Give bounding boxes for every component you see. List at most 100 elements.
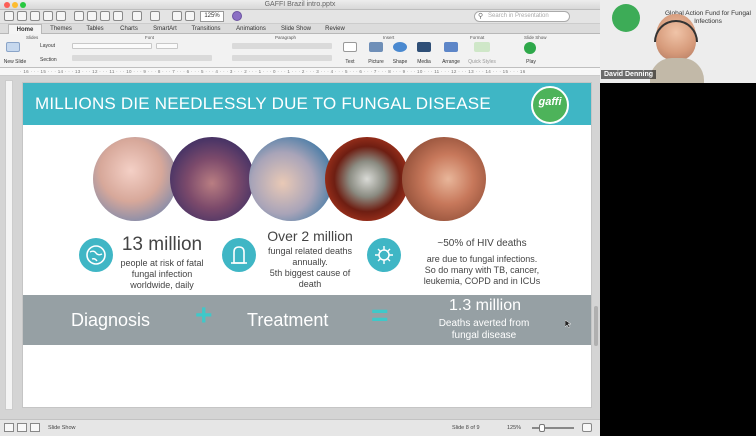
tab-tables[interactable]: Tables (80, 24, 110, 34)
shape-icon[interactable] (393, 42, 407, 52)
zoom-field[interactable]: 125% (200, 11, 224, 22)
tab-themes[interactable]: Themes (46, 24, 76, 34)
paste-icon[interactable] (100, 11, 110, 21)
print-icon[interactable] (56, 11, 66, 21)
stat1-line2: fungal infection (131, 269, 193, 279)
arrange-icon[interactable] (444, 42, 458, 52)
gaffi-logo: gaffi (531, 86, 569, 124)
new-slide-icon[interactable] (6, 42, 20, 52)
cut-icon[interactable] (74, 11, 84, 21)
tab-charts[interactable]: Charts (114, 24, 144, 34)
search-placeholder: Search in Presentation (488, 13, 549, 19)
plus-symbol: + (195, 299, 213, 332)
stat1-line1: people at risk of fatal (120, 258, 204, 268)
title-banner: MILLIONS DIE NEEDLESSLY DUE TO FUNGAL DI… (23, 83, 591, 125)
insert-shape-label[interactable]: Shape (389, 59, 411, 65)
insert-text-label[interactable]: Text (340, 59, 360, 65)
media-icon[interactable] (417, 42, 431, 52)
redo-icon[interactable] (150, 11, 160, 21)
slide-sorter-icon[interactable] (17, 423, 27, 432)
cursor-icon (564, 315, 573, 329)
copy-icon[interactable] (87, 11, 97, 21)
picture-icon[interactable] (369, 42, 383, 52)
font-format-buttons[interactable] (72, 55, 212, 61)
group-label-slide-show: Slide Show (524, 35, 547, 40)
play-icon[interactable] (524, 42, 536, 54)
tissue-photo (170, 137, 254, 221)
stat2-line1: fungal related deaths (267, 246, 353, 256)
tab-transitions[interactable]: Transitions (186, 24, 226, 34)
speaker-jacket (650, 58, 704, 83)
document-title: GAFFI Brazil intro.pptx (264, 1, 336, 8)
text-box-icon[interactable] (343, 42, 357, 52)
tab-smartart[interactable]: SmartArt (148, 24, 182, 34)
paragraph-buttons-bottom[interactable] (232, 55, 332, 61)
pathogen-icon (367, 238, 401, 272)
vertical-ruler (5, 80, 13, 410)
notes-view-icon[interactable] (30, 423, 40, 432)
diagnosis-text: Diagnosis (71, 310, 151, 330)
insert-media-label[interactable]: Media (413, 59, 435, 65)
backdrop-logo (612, 4, 640, 32)
font-name-field[interactable] (72, 43, 152, 49)
averted-line2: fungal disease (451, 330, 517, 341)
save-icon[interactable] (43, 11, 53, 21)
averted-number: 1.3 million (448, 297, 522, 314)
gallery-icon[interactable] (172, 11, 182, 21)
fit-window-icon[interactable] (582, 423, 592, 432)
group-label-format: Format (470, 35, 485, 40)
current-slide[interactable]: MILLIONS DIE NEEDLESSLY DUE TO FUNGAL DI… (22, 82, 592, 408)
skin-infection-photo (402, 137, 486, 221)
standard-toolbar: 125% ⚲ Search in Presentation (0, 10, 600, 24)
normal-view-icon[interactable] (4, 423, 14, 432)
paragraph-buttons-top[interactable] (232, 43, 332, 49)
stat1-number: 13 million (121, 234, 203, 255)
section-button[interactable]: Section (40, 57, 57, 63)
tab-review[interactable]: Review (320, 24, 350, 34)
slide-title: MILLIONS DIE NEEDLESSLY DUE TO FUNGAL DI… (35, 94, 491, 113)
format-painter-icon[interactable] (113, 11, 123, 21)
stat3-number: ~50% of HIV deaths (437, 238, 527, 249)
toolbox-icon[interactable] (185, 11, 195, 21)
stat3-line3: leukemia, COPD and in ICUs (423, 276, 541, 286)
new-slide-label[interactable]: New Slide (1, 59, 29, 65)
search-icon: ⚲ (478, 13, 484, 20)
open-icon[interactable] (30, 11, 40, 21)
layout-button[interactable]: Layout (40, 43, 55, 49)
font-size-field[interactable] (156, 43, 178, 49)
undo-icon[interactable] (132, 11, 142, 21)
gravestone-icon (222, 238, 256, 272)
title-bar: GAFFI Brazil intro.pptx (0, 0, 600, 10)
ribbon: Slides Font Paragraph Insert Format Slid… (0, 34, 600, 68)
status-bar: Slide Show Slide 8 of 9 125% (0, 419, 600, 436)
group-label-paragraph: Paragraph (275, 35, 297, 40)
quick-styles-label[interactable]: Quick Styles (465, 59, 499, 65)
arrange-label[interactable]: Arrange (438, 59, 464, 65)
vertical-scrollbar[interactable] (594, 306, 598, 346)
equation-band: Diagnosis + Treatment = 1.3 million Deat… (23, 295, 591, 345)
horizontal-ruler: · 16 · · · 15 · · · 14 · · · 13 · · · 12… (0, 68, 600, 76)
stat3-line2: So do many with TB, cancer, (424, 265, 540, 275)
patient-photo-1 (93, 137, 177, 221)
insert-picture-label[interactable]: Picture (364, 59, 388, 65)
slide-canvas: MILLIONS DIE NEEDLESSLY DUE TO FUNGAL DI… (0, 76, 600, 419)
help-icon[interactable] (232, 11, 242, 21)
group-label-font: Font (145, 35, 155, 40)
quick-styles-icon[interactable] (474, 42, 490, 52)
stat3-line1: are due to fungal infections. (426, 254, 538, 264)
tab-home[interactable]: Home (8, 24, 42, 34)
minimize-window-button[interactable] (12, 2, 18, 8)
play-label[interactable]: Play (520, 59, 542, 65)
powerpoint-window: GAFFI Brazil intro.pptx 125% ⚲ Search in… (0, 0, 600, 436)
tab-animations[interactable]: Animations (230, 24, 272, 34)
zoom-window-button[interactable] (20, 2, 26, 8)
new-doc-icon[interactable] (4, 11, 14, 21)
tab-slide-show[interactable]: Slide Show (276, 24, 316, 34)
view-mode-label: Slide Show (48, 425, 76, 431)
group-label-insert: Insert (383, 35, 395, 40)
templates-icon[interactable] (17, 11, 27, 21)
search-input[interactable]: ⚲ Search in Presentation (474, 11, 570, 22)
stat1-line3: worldwide, daily (130, 280, 194, 290)
close-window-button[interactable] (4, 2, 10, 8)
zoom-slider-knob[interactable] (539, 424, 545, 432)
